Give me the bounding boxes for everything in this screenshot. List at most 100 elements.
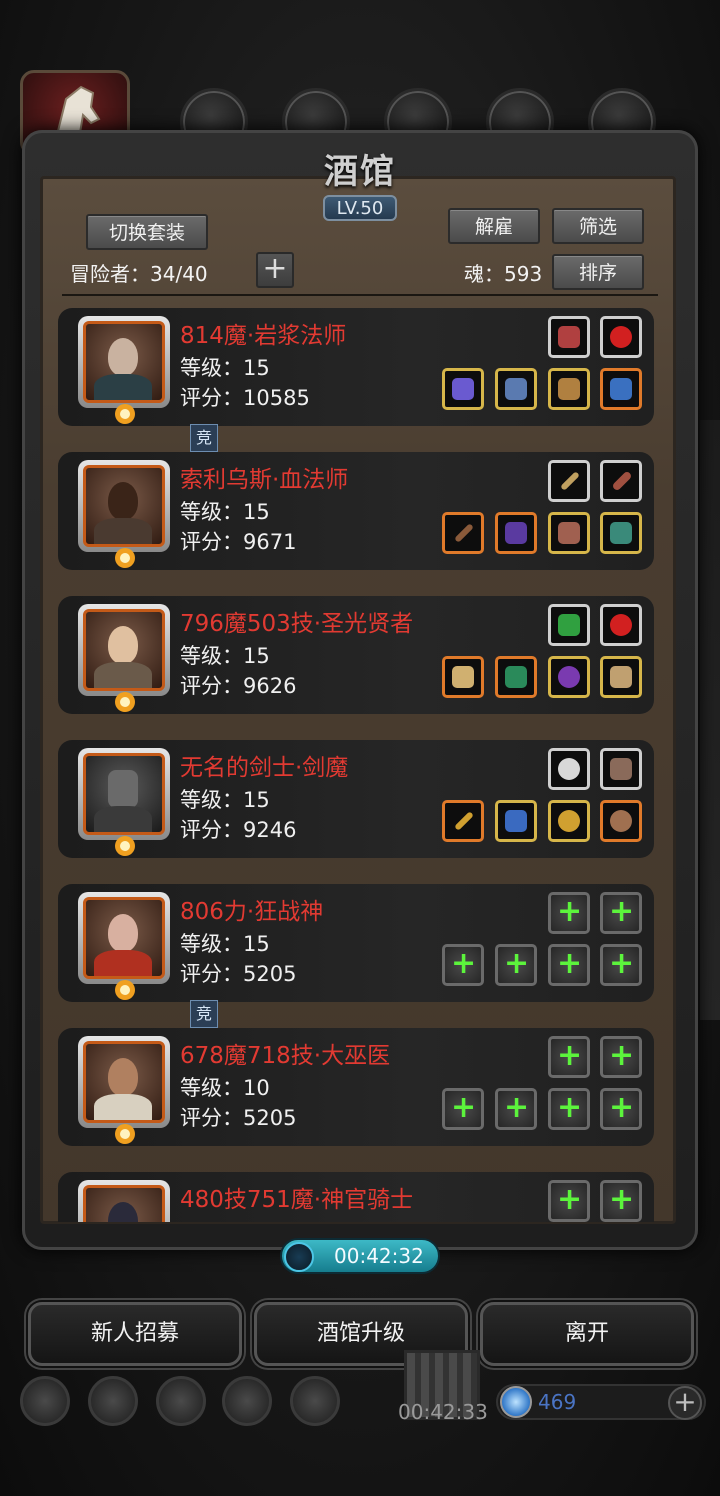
hero-name: 806力·狂战神 [180,899,324,925]
mail-icon[interactable] [222,1376,272,1426]
hero-portrait [78,1036,170,1128]
equip-slot[interactable] [600,460,642,502]
level-prefix: 等级： [180,644,243,668]
level-prefix: 等级： [180,356,243,380]
empty-equip-slot[interactable]: + [548,1088,590,1130]
background-timer: 00:42:33 [398,1400,488,1424]
tavern-level-badge: LV.50 [322,195,398,221]
equip-slot[interactable] [495,656,537,698]
hero-score: 评分：9246 [180,814,296,844]
equip-slot[interactable] [548,800,590,842]
rank-badge-icon [115,404,135,424]
equip-slot[interactable] [600,368,642,410]
scroll-icon[interactable] [156,1376,206,1426]
score-prefix: 评分： [180,386,243,410]
level-prefix: 等级： [180,932,243,956]
hero-level: 等级：15 [180,784,270,814]
equip-slot[interactable] [600,800,642,842]
equip-slot[interactable] [442,656,484,698]
equip-slot[interactable] [600,604,642,646]
rank-badge-icon [115,980,135,1000]
recruit-button[interactable]: 新人招募 [28,1302,242,1366]
equip-slot[interactable] [548,656,590,698]
level-value: 15 [243,932,270,956]
equip-slot[interactable] [548,748,590,790]
shield-icon[interactable] [290,1376,340,1426]
equip-slot[interactable] [442,512,484,554]
empty-equip-slot[interactable]: + [495,944,537,986]
hero-card[interactable]: 无名的剑士·剑魔 等级：15 评分：9246 [58,740,654,858]
hero-name: 796魔503技·圣光贤者 [180,611,414,637]
hero-level: 等级：15 [180,928,270,958]
hero-card[interactable]: 480技751魔·神官骑士 + + [58,1172,654,1222]
hero-card[interactable]: 796魔503技·圣光贤者 等级：15 评分：9626 [58,596,654,714]
equip-slot[interactable] [548,604,590,646]
empty-equip-slot[interactable]: + [548,944,590,986]
hero-name: 678魔718技·大巫医 [180,1043,391,1069]
empty-equip-slot[interactable]: + [600,1180,642,1222]
score-prefix: 评分： [180,962,243,986]
hero-card[interactable]: 678魔718技·大巫医 等级：10 评分：5205 + + + + + + [58,1028,654,1146]
score-prefix: 评分： [180,674,243,698]
add-slot-button[interactable]: + [256,252,294,288]
equip-slot[interactable] [442,368,484,410]
gem-icon [500,1386,532,1418]
level-value: 15 [243,356,270,380]
filter-button[interactable]: 筛选 [552,208,644,244]
empty-equip-slot[interactable]: + [600,892,642,934]
title-box: 酒馆 LV.50 [300,144,420,222]
empty-equip-slot[interactable]: + [495,1088,537,1130]
plus-icon[interactable]: + [668,1386,702,1420]
switch-set-button[interactable]: 切换套装 [86,214,208,250]
equip-slot[interactable] [495,800,537,842]
hero-card[interactable]: 索利乌斯·血法师 等级：15 评分：9671 [58,452,654,570]
empty-equip-slot[interactable]: + [548,1036,590,1078]
empty-equip-slot[interactable]: + [548,1180,590,1222]
equip-slot[interactable] [548,368,590,410]
equip-slot[interactable] [600,748,642,790]
score-value: 10585 [243,386,310,410]
rank-badge-icon [115,692,135,712]
gear-icon[interactable] [20,1376,70,1426]
level-prefix: 等级： [180,1076,243,1100]
hero-list[interactable]: 814魔·岩浆法师 等级：15 评分：10585 竞 索利乌斯·血法师 等级：1… [40,300,676,1222]
hero-card[interactable]: 814魔·岩浆法师 等级：15 评分：10585 [58,308,654,426]
background-decoration [700,420,720,1020]
empty-equip-slot[interactable]: + [548,892,590,934]
score-value: 5205 [243,1106,297,1130]
equip-slot[interactable] [548,460,590,502]
hero-name: 480技751魔·神官骑士 [180,1187,414,1213]
score-value: 9671 [243,530,297,554]
equip-slot[interactable] [442,800,484,842]
empty-equip-slot[interactable]: + [600,944,642,986]
hero-level: 等级：15 [180,640,270,670]
equip-slot[interactable] [548,512,590,554]
equip-slot[interactable] [495,368,537,410]
empty-equip-slot[interactable]: + [600,1036,642,1078]
sort-button[interactable]: 排序 [552,254,644,290]
adventurer-value: 34/40 [150,262,208,286]
empty-equip-slot[interactable]: + [442,1088,484,1130]
equip-slot[interactable] [495,512,537,554]
soul-label: 魂： [464,262,504,286]
timer-bar: 00:42:32 [280,1238,440,1274]
soul-count: 魂：593 [464,258,542,287]
hero-score: 评分：5205 [180,1102,296,1132]
empty-equip-slot[interactable]: + [442,944,484,986]
leave-button[interactable]: 离开 [480,1302,694,1366]
equip-slot[interactable] [548,316,590,358]
rank-badge-icon [115,1124,135,1144]
page-title: 酒馆 [324,152,396,192]
star-icon[interactable] [88,1376,138,1426]
level-prefix: 等级： [180,500,243,524]
equip-slot[interactable] [600,512,642,554]
timer-value: 00:42:32 [334,1244,424,1268]
dismiss-button[interactable]: 解雇 [448,208,540,244]
hero-portrait [78,748,170,840]
empty-equip-slot[interactable]: + [600,1088,642,1130]
hero-card[interactable]: 806力·狂战神 等级：15 评分：5205 + + + + + + [58,884,654,1002]
equip-slot[interactable] [600,316,642,358]
hero-name: 814魔·岩浆法师 [180,323,347,349]
hero-score: 评分：9626 [180,670,296,700]
equip-slot[interactable] [600,656,642,698]
